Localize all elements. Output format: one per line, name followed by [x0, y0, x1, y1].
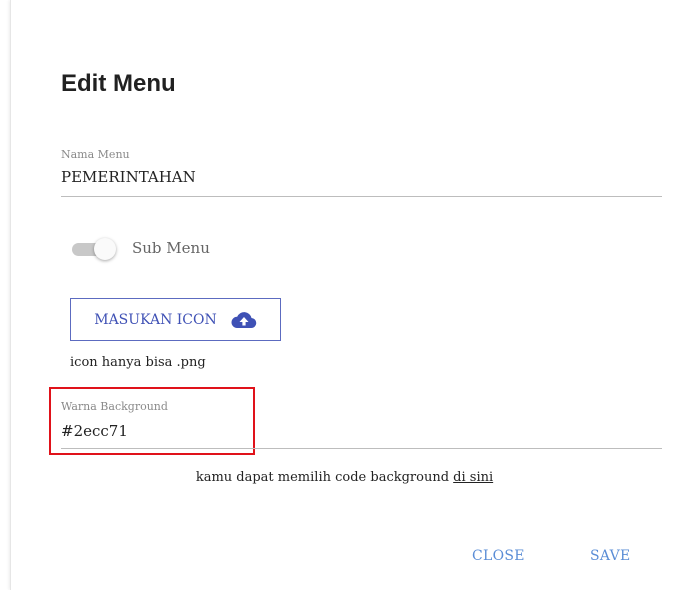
cloud-upload-icon [231, 311, 257, 329]
highlight-box [49, 387, 255, 455]
masukan-icon-button[interactable]: MASUKAN ICON [70, 298, 281, 341]
save-button[interactable]: SAVE [590, 548, 631, 564]
edit-menu-dialog: Edit Menu Nama Menu PEMERINTAHAN Sub Men… [10, 0, 687, 590]
help-text: kamu dapat memilih code background di si… [1, 470, 687, 485]
nama-menu-input[interactable]: PEMERINTAHAN [61, 168, 196, 186]
warna-background-label: Warna Background [61, 400, 168, 413]
help-text-body: kamu dapat memilih code background [195, 470, 450, 485]
close-button[interactable]: CLOSE [472, 548, 525, 564]
icon-hint-text: icon hanya bisa .png [70, 355, 206, 370]
nama-menu-underline [61, 196, 662, 197]
nama-menu-label: Nama Menu [61, 148, 130, 161]
sub-menu-label: Sub Menu [132, 239, 210, 257]
warna-background-underline [61, 448, 662, 449]
warna-background-input[interactable]: #2ecc71 [61, 422, 128, 440]
help-link[interactable]: di sini [453, 470, 493, 485]
masukan-icon-label: MASUKAN ICON [94, 311, 217, 328]
dialog-title: Edit Menu [61, 70, 176, 97]
sub-menu-toggle-thumb[interactable] [94, 238, 116, 260]
